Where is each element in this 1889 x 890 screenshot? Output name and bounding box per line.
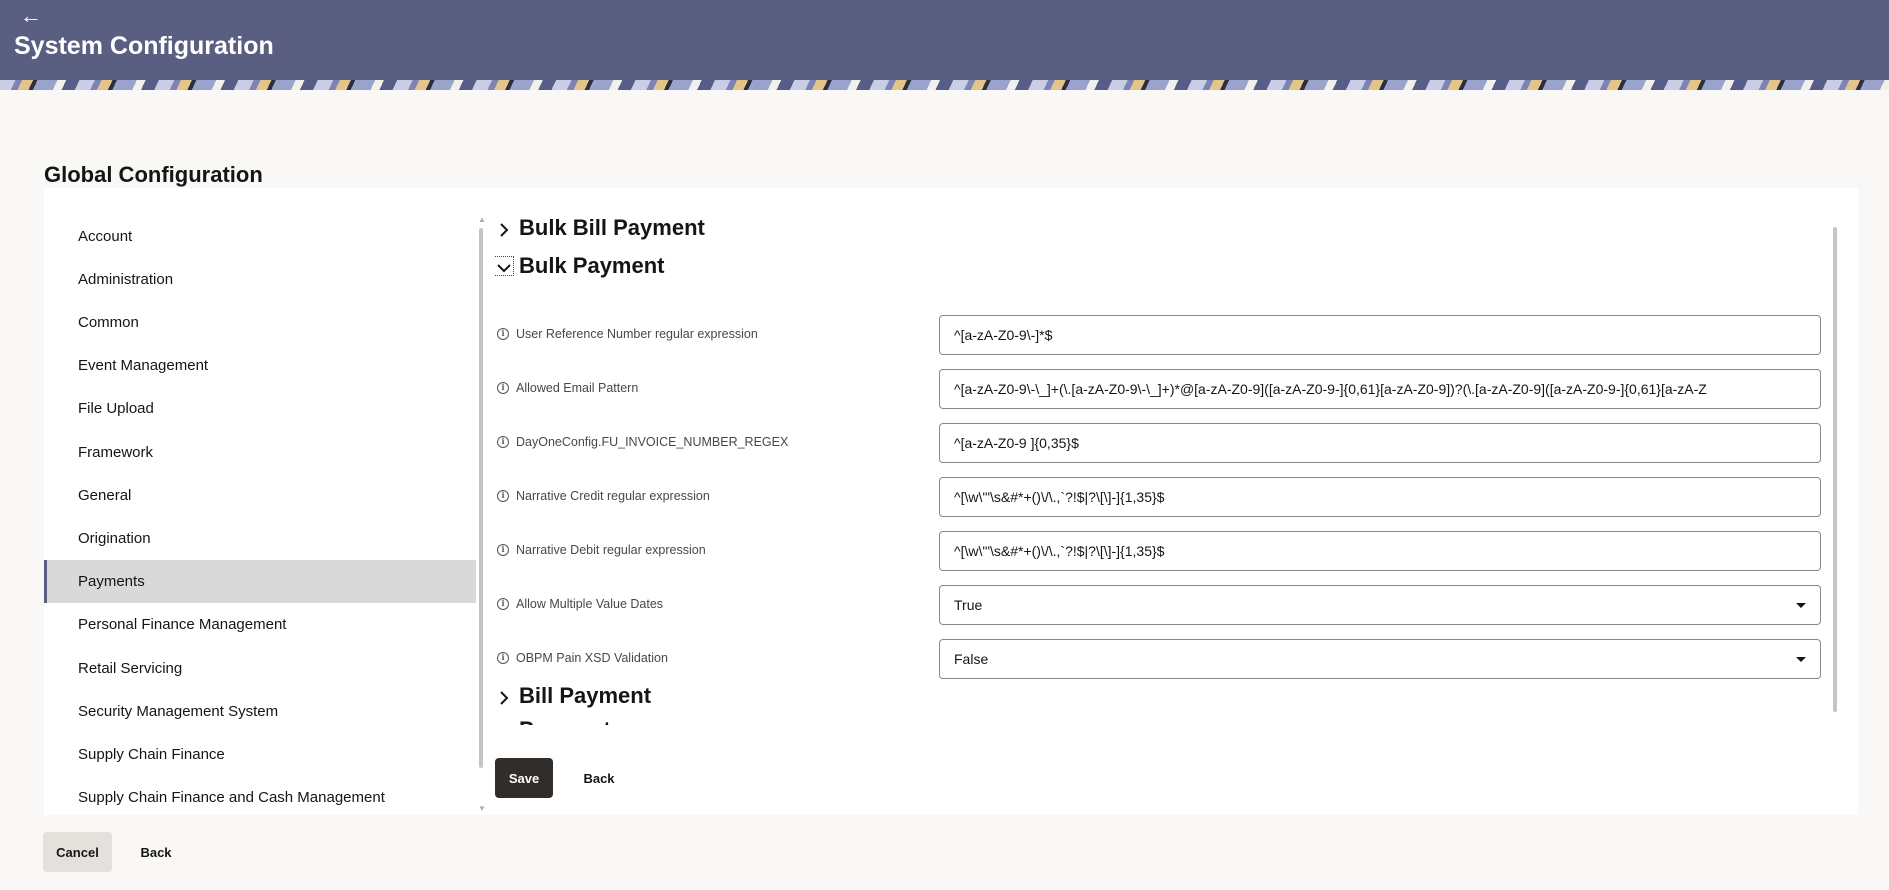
info-icon[interactable]: i — [497, 490, 509, 502]
footer-back-button[interactable]: Back — [125, 832, 187, 872]
decorative-banner — [0, 80, 1889, 90]
info-icon[interactable]: i — [497, 436, 509, 448]
sidebar-item-common[interactable]: Common — [44, 301, 476, 344]
sidebar-item-framework[interactable]: Framework — [44, 431, 476, 474]
field-user-reference-number-regex: i User Reference Number regular expressi… — [495, 315, 1845, 355]
sidebar-scrollbar[interactable]: ▲ ▼ — [478, 188, 486, 815]
obpm-pain-xsd-validation-select[interactable]: False — [939, 639, 1821, 679]
configuration-panel: Account Administration Common Event Mana… — [44, 188, 1858, 815]
save-button[interactable]: Save — [495, 758, 553, 798]
field-label: User Reference Number regular expression — [516, 327, 758, 341]
sidebar-item-label: Event Management — [78, 357, 209, 374]
field-invoice-number-regex: i DayOneConfig.FU_INVOICE_NUMBER_REGEX ^… — [495, 423, 1845, 463]
info-icon[interactable]: i — [497, 652, 509, 664]
user-reference-regex-input[interactable]: ^[a-zA-Z0-9\-]*$ — [939, 315, 1821, 355]
sidebar-item-supply-chain-finance-cash-management[interactable]: Supply Chain Finance and Cash Management — [44, 776, 476, 819]
chevron-down-icon — [495, 256, 514, 276]
sidebar-item-label: Retail Servicing — [78, 660, 183, 677]
field-label: Narrative Debit regular expression — [516, 543, 706, 557]
field-obpm-pain-xsd-validation: i OBPM Pain XSD Validation False — [495, 639, 1845, 679]
chevron-right-icon — [495, 687, 513, 705]
scroll-up-arrow-icon[interactable]: ▲ — [478, 216, 486, 224]
info-icon[interactable]: i — [497, 328, 509, 340]
page-title: System Configuration — [14, 32, 274, 60]
chevron-right-icon — [495, 219, 513, 237]
allow-multiple-value-dates-select[interactable]: True — [939, 585, 1821, 625]
invoice-number-regex-input[interactable]: ^[a-zA-Z0-9 ]{0,35}$ — [939, 423, 1821, 463]
caret-down-icon — [1796, 656, 1806, 662]
sidebar-item-general[interactable]: General — [44, 474, 476, 517]
sidebar-nav: Account Administration Common Event Mana… — [44, 215, 476, 815]
field-label: DayOneConfig.FU_INVOICE_NUMBER_REGEX — [516, 435, 789, 449]
chevron-right-icon — [495, 721, 513, 725]
sidebar-item-label: Security Management System — [78, 703, 279, 720]
sidebar-item-security-management-system[interactable]: Security Management System — [44, 690, 476, 733]
group-label: Payment — [519, 717, 611, 725]
field-label: Allow Multiple Value Dates — [516, 597, 664, 611]
allowed-email-pattern-input[interactable]: ^[a-zA-Z0-9\-\_]+(\.[a-zA-Z0-9\-\_]+)*@[… — [939, 369, 1821, 409]
sidebar-item-file-upload[interactable]: File Upload — [44, 387, 476, 430]
group-bulk-payment[interactable]: Bulk Payment — [495, 253, 665, 279]
cancel-button[interactable]: Cancel — [43, 832, 112, 872]
content-back-button[interactable]: Back — [568, 758, 630, 798]
sidebar-item-label: Administration — [78, 271, 174, 288]
settings-content: Bulk Bill Payment Bulk Payment i User Re… — [495, 215, 1845, 725]
content-scrollbar-thumb[interactable] — [1833, 227, 1837, 712]
sidebar-item-label: Supply Chain Finance — [78, 746, 225, 763]
sidebar-item-event-management[interactable]: Event Management — [44, 344, 476, 387]
sidebar-item-payments[interactable]: Payments — [44, 560, 476, 603]
sidebar-item-label: Account — [78, 228, 133, 245]
sidebar-item-personal-finance-management[interactable]: Personal Finance Management — [44, 603, 476, 646]
sidebar-scrollbar-thumb[interactable] — [479, 228, 483, 768]
select-value: True — [954, 597, 983, 613]
group-label: Bill Payment — [519, 683, 652, 708]
sidebar-item-label: General — [78, 487, 132, 504]
sidebar-item-origination[interactable]: Origination — [44, 517, 476, 560]
group-bill-payment[interactable]: Bill Payment — [495, 683, 651, 709]
scroll-down-arrow-icon[interactable]: ▼ — [478, 805, 486, 813]
field-label: Narrative Credit regular expression — [516, 489, 710, 503]
sidebar-item-label: Origination — [78, 530, 151, 547]
group-label: Bulk Bill Payment — [519, 215, 705, 240]
field-narrative-credit-regex: i Narrative Credit regular expression ^[… — [495, 477, 1845, 517]
info-icon[interactable]: i — [497, 382, 509, 394]
app-header: ← System Configuration — [0, 0, 1889, 80]
field-allowed-email-pattern: i Allowed Email Pattern ^[a-zA-Z0-9\-\_]… — [495, 369, 1845, 409]
narrative-credit-regex-input[interactable]: ^[\w\'"\s&#*+()\/\.,`?!$|?\[\]-]{1,35}$ — [939, 477, 1821, 517]
group-label: Bulk Payment — [519, 253, 665, 278]
info-icon[interactable]: i — [497, 598, 509, 610]
group-payment[interactable]: Payment — [495, 717, 611, 725]
select-value: False — [954, 651, 989, 667]
info-icon[interactable]: i — [497, 544, 509, 556]
caret-down-icon — [1796, 602, 1806, 608]
sidebar-item-supply-chain-finance[interactable]: Supply Chain Finance — [44, 733, 476, 776]
field-label: OBPM Pain XSD Validation — [516, 651, 668, 665]
sidebar-item-administration[interactable]: Administration — [44, 258, 476, 301]
group-bulk-bill-payment[interactable]: Bulk Bill Payment — [495, 215, 705, 241]
field-allow-multiple-value-dates: i Allow Multiple Value Dates True — [495, 585, 1845, 625]
sidebar-item-label: Common — [78, 314, 139, 331]
field-narrative-debit-regex: i Narrative Debit regular expression ^[\… — [495, 531, 1845, 571]
sidebar-item-label: Framework — [78, 444, 154, 461]
sidebar-item-retail-servicing[interactable]: Retail Servicing — [44, 647, 476, 690]
sidebar-item-account[interactable]: Account — [44, 215, 476, 258]
narrative-debit-regex-input[interactable]: ^[\w\'"\s&#*+()\/\.,`?!$|?\[\]-]{1,35}$ — [939, 531, 1821, 571]
field-label: Allowed Email Pattern — [516, 381, 639, 395]
sidebar-item-label: Supply Chain Finance and Cash Management — [78, 789, 385, 806]
section-title: Global Configuration — [44, 162, 263, 187]
content-scrollbar[interactable] — [1831, 215, 1839, 735]
sidebar-item-label: File Upload — [78, 400, 154, 417]
sidebar-item-label: Payments — [78, 573, 145, 590]
sidebar-item-label: Personal Finance Management — [78, 616, 287, 633]
back-arrow-icon[interactable]: ← — [20, 4, 42, 28]
